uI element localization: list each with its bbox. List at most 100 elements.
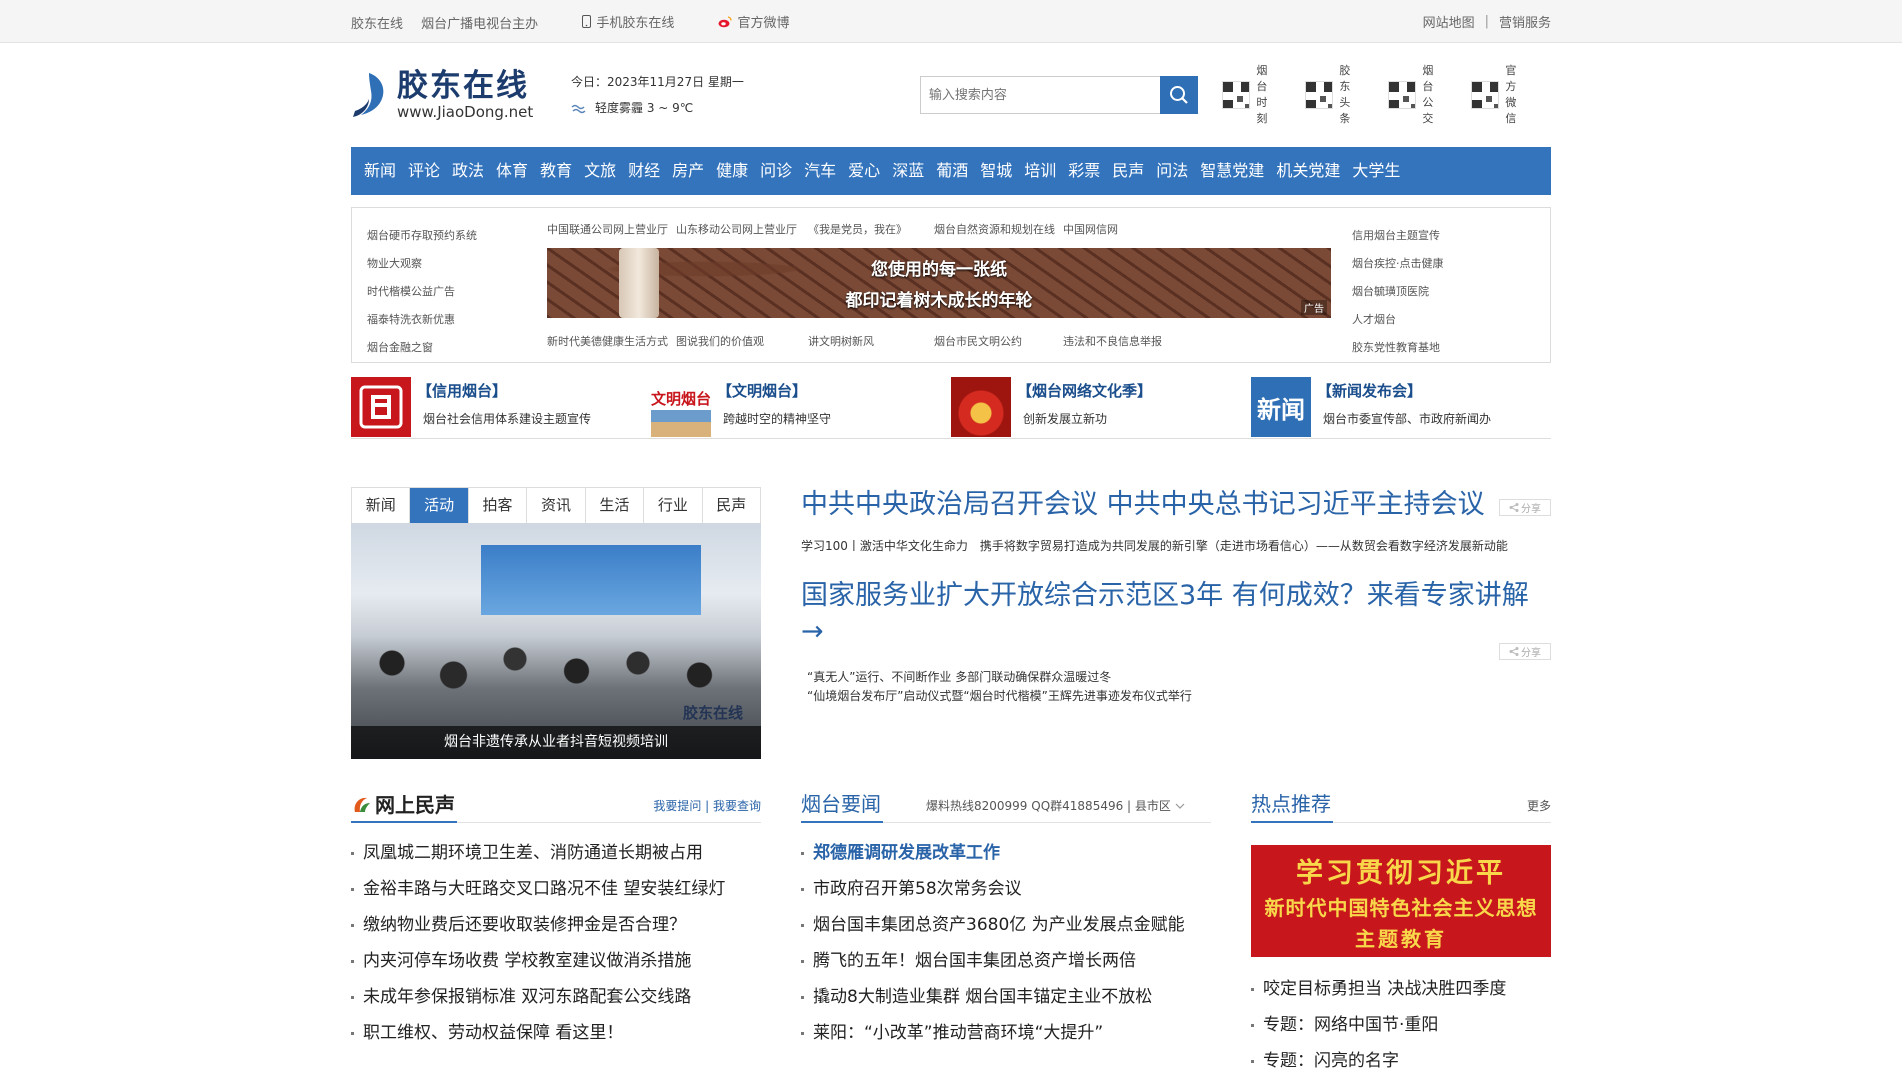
link-top-item[interactable]: 中国联通公司网上营业厅 [547,222,676,238]
link-bottom-item[interactable]: 讲文明树新风 [808,334,934,350]
list-item[interactable]: 烟台国丰集团总资产3680亿 为产业发展点金赋能 [801,907,1211,943]
minsheng-title[interactable]: 网上民声 [351,789,457,823]
nav-item[interactable]: 彩票 [1062,147,1106,195]
nav-item[interactable]: 培训 [1018,147,1062,195]
list-item[interactable]: 腾飞的五年！烟台国丰集团总资产增长两倍 [801,943,1211,979]
search-input[interactable] [919,76,1160,114]
list-item[interactable]: 莱阳：“小改革”推动营商环境“大提升” [801,1015,1211,1051]
hot-banner[interactable]: 学习贯彻习近平 新时代中国特色社会主义思想 主题教育 [1251,845,1551,957]
nav-item[interactable]: 智慧党建 [1194,147,1270,195]
list-item[interactable]: 凤凰城二期环境卫生差、消防通道长期被占用 [351,835,761,871]
nav-item[interactable]: 机关党建 [1270,147,1346,195]
list-item[interactable]: 内夹河停车场收费 学校教室建议做消杀措施 [351,943,761,979]
nav-item[interactable]: 深蓝 [886,147,930,195]
sitemap-link[interactable]: 网站地图 [1423,12,1475,31]
top-host-link[interactable]: 烟台广播电视台主办 [421,17,538,32]
weibo-link[interactable]: 官方微博 [718,12,803,31]
link-top-item[interactable]: 烟台自然资源和规划在线 [934,222,1063,238]
minsheng-logo-icon [354,797,370,812]
list-item[interactable]: 缴纳物业费后还要收取装修押金是否合理？ [351,907,761,943]
nav-item[interactable]: 智城 [974,147,1018,195]
tab-item[interactable]: 行业 [644,488,703,523]
nav-item[interactable]: 葡酒 [930,147,974,195]
promo-press[interactable]: 新闻 【新闻发布会】 烟台市委宣传部、市政府新闻办 [1251,377,1551,438]
link-top-item[interactable]: 《我是党员，我在》 [808,222,934,238]
marketing-link[interactable]: 营销服务 [1499,12,1551,31]
promo-civilized[interactable]: 文明烟台 【文明烟台】 跨越时空的精神坚守 [651,377,951,438]
nav-item[interactable]: 民声 [1106,147,1150,195]
nav-item[interactable]: 教育 [534,147,578,195]
side-link[interactable]: 烟台金融之窗 [367,334,477,362]
qr-item[interactable]: 烟台时刻 [1221,63,1289,127]
banner-ad[interactable]: 您使用的每一张纸 都印记着树木成长的年轮 广告 [547,248,1331,318]
list-item[interactable]: 撬动8大制造业集群 烟台国丰锚定主业不放松 [801,979,1211,1015]
nav-item[interactable]: 问法 [1150,147,1194,195]
link-bottom-item[interactable]: 图说我们的价值观 [676,334,808,350]
tab-item[interactable]: 拍客 [469,488,528,523]
headline-2[interactable]: 国家服务业扩大开放综合示范区3年 有何成效？来看专家讲解→ [801,578,1551,650]
search-button[interactable] [1159,76,1198,114]
list-item[interactable]: 专题：闪亮的名字 [1251,1043,1551,1079]
weibo-label: 官方微博 [737,16,790,31]
side-link[interactable]: 物业大观察 [367,250,477,278]
nav-item[interactable]: 问诊 [754,147,798,195]
nav-item[interactable]: 爱心 [842,147,886,195]
nav-item[interactable]: 汽车 [798,147,842,195]
minsheng-actions[interactable]: 我要提问 | 我要查询 [653,797,761,814]
side-link[interactable]: 烟台毓璜顶医院 [1352,278,1444,306]
link-bottom-item[interactable]: 烟台市民文明公约 [934,334,1063,350]
photo-caption[interactable]: 烟台非遗传承从业者抖音短视频培训 [351,726,761,759]
share-button[interactable]: 分享 [1499,499,1551,516]
yaowen-hotline[interactable]: 爆料热线8200999 QQ群41885496 | 县市区 [926,797,1185,814]
tab-item[interactable]: 民声 [703,488,760,523]
promo-culture[interactable]: 【烟台网络文化季】 创新发展立新功 [951,377,1251,438]
headline-1-sub[interactable]: 学习100丨激活中华文化生命力 携手将数字贸易打造成为共同发展的新引擎（走进市场… [801,537,1551,556]
yaowen-title[interactable]: 烟台要闻 [801,789,883,823]
list-item[interactable]: 职工维权、劳动权益保障 看这里！ [351,1015,761,1051]
site-logo[interactable]: 胶东在线 www.JiaoDong.net [351,69,561,121]
nav-item[interactable]: 文旅 [578,147,622,195]
hot-title[interactable]: 热点推荐 [1251,789,1333,823]
nav-item[interactable]: 政法 [446,147,490,195]
list-item[interactable]: 专题：网络中国节·重阳 [1251,1007,1551,1043]
headline-2-sub-1[interactable]: “真无人”运行、不间断作业 多部门联动确保群众温暖过冬 [801,668,1551,687]
feature-photo[interactable]: 胶东在线 烟台非遗传承从业者抖音短视频培训 [351,523,761,759]
side-link[interactable]: 烟台疾控·点击健康 [1352,250,1444,278]
tab-item[interactable]: 资讯 [527,488,586,523]
side-link[interactable]: 信用烟台主题宣传 [1352,222,1444,250]
side-link[interactable]: 胶东党性教育基地 [1352,334,1444,362]
hot-more-link[interactable]: 更多 [1527,797,1551,814]
nav-item[interactable]: 健康 [710,147,754,195]
list-item[interactable]: 金裕丰路与大旺路交叉口路况不佳 望安装红绿灯 [351,871,761,907]
top-site-link[interactable]: 胶东在线 [351,17,403,32]
link-top-item[interactable]: 山东移动公司网上营业厅 [676,222,808,238]
side-link[interactable]: 人才烟台 [1352,306,1444,334]
link-bottom-item[interactable]: 违法和不良信息举报 [1063,334,1213,350]
headline-1[interactable]: 中共中央政治局召开会议 中共中央总书记习近平主持会议 [801,487,1551,523]
tab-item[interactable]: 活动 [410,488,469,523]
list-item[interactable]: 市政府召开第58次常务会议 [801,871,1211,907]
nav-item[interactable]: 房产 [666,147,710,195]
qr-item[interactable]: 烟台公交 [1387,63,1455,127]
nav-item[interactable]: 新闻 [358,147,402,195]
qr-item[interactable]: 官方微信 [1470,63,1538,127]
list-item[interactable]: 郑德雁调研发展改革工作 [801,835,1211,871]
side-link[interactable]: 烟台硬币存取预约系统 [367,222,477,250]
side-link[interactable]: 福泰特洗衣新优惠 [367,306,477,334]
share-button[interactable]: 分享 [1499,643,1551,660]
promo-credit[interactable]: 【信用烟台】 烟台社会信用体系建设主题宣传 [351,377,651,438]
link-bottom-item[interactable]: 新时代美德健康生活方式 [547,334,676,350]
list-item[interactable]: 未成年参保报销标准 双河东路配套公交线路 [351,979,761,1015]
tab-item[interactable]: 生活 [586,488,645,523]
nav-item[interactable]: 财经 [622,147,666,195]
headline-2-sub-2[interactable]: “仙境烟台发布厅”启动仪式暨“烟台时代楷模”王辉先进事迹发布仪式举行 [801,687,1551,706]
list-item[interactable]: 咬定目标勇担当 决战决胜四季度 [1251,971,1551,1007]
mobile-link[interactable]: 手机胶东在线 [582,12,688,31]
tab-item[interactable]: 新闻 [352,488,411,523]
side-link[interactable]: 时代楷模公益广告 [367,278,477,306]
nav-item[interactable]: 体育 [490,147,534,195]
nav-item[interactable]: 评论 [402,147,446,195]
link-top-item[interactable]: 中国网信网 [1063,222,1213,238]
nav-item[interactable]: 大学生 [1346,147,1406,195]
qr-item[interactable]: 胶东头条 [1304,63,1372,127]
